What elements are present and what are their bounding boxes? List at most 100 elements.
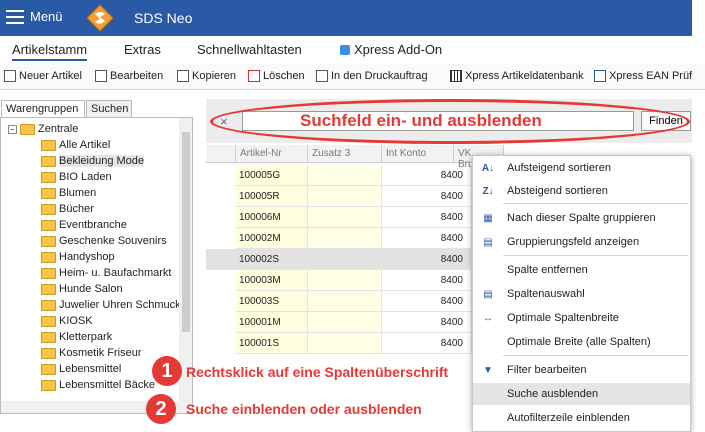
menu-column-chooser[interactable]: ▤ Spaltenauswahl (473, 283, 690, 305)
cell-int-konto[interactable]: 8400 (382, 207, 472, 228)
cell-int-konto[interactable]: 8400 (382, 312, 472, 333)
menu-group-by-column[interactable]: ▦ Nach dieser Spalte gruppieren (473, 207, 690, 229)
tree-item-label: Hunde Salon (59, 283, 123, 295)
menu-separator (503, 255, 688, 256)
tree-item[interactable]: Blumen (41, 185, 96, 201)
cell-zusatz3[interactable] (308, 291, 382, 312)
cell-artikel-nr[interactable]: 100002M (236, 228, 308, 249)
cell-int-konto[interactable]: 8400 (382, 165, 472, 186)
cell-zusatz3[interactable] (308, 333, 382, 354)
tab-suchen[interactable]: Suchen (86, 100, 132, 118)
cell-zusatz3[interactable] (308, 270, 382, 291)
cell-zusatz3[interactable] (308, 207, 382, 228)
tree-item-label: KIOSK (59, 315, 93, 327)
menu-label: Autofilterzeile einblenden (507, 412, 630, 424)
menu-sort-ascending[interactable]: A↓ Aufsteigend sortieren (473, 157, 690, 179)
menu-button[interactable]: Menü (6, 9, 63, 24)
tree-item[interactable]: Juwelier Uhren Schmuck (41, 297, 181, 313)
menu-show-group-panel[interactable]: ▤ Gruppierungsfeld anzeigen (473, 231, 690, 253)
group-panel-icon: ▤ (483, 236, 493, 248)
edit-button[interactable]: Bearbeiten (95, 70, 163, 82)
tree-item[interactable]: Heim- u. Baufachmarkt (41, 265, 171, 281)
tree-item-label: Geschenke Souvenirs (59, 235, 167, 247)
cell-zusatz3[interactable] (308, 228, 382, 249)
cell-zusatz3[interactable] (308, 312, 382, 333)
tree-item[interactable]: Alle Artikel (41, 137, 110, 153)
cell-int-konto[interactable]: 8400 (382, 228, 472, 249)
delete-button[interactable]: Löschen (248, 70, 305, 82)
cell-int-konto[interactable]: 8400 (382, 186, 472, 207)
menu-label: Filter bearbeiten (507, 364, 587, 376)
menu-hide-search[interactable]: Suche ausblenden (473, 383, 690, 405)
tree-item[interactable]: Handyshop (41, 249, 115, 265)
tree-item-label: Lebensmittel (59, 363, 122, 375)
tree-item-label: Handyshop (59, 251, 115, 263)
tree-item-label: Juwelier Uhren Schmuck (59, 299, 181, 311)
ribbon-tabs: Artikelstamm Extras Schnellwahltasten Xp… (0, 36, 692, 62)
menu-show-autofilter-row[interactable]: Autofilterzeile einblenden (473, 407, 690, 429)
tree-item[interactable]: Bücher (41, 201, 94, 217)
column-header-zusatz3[interactable]: Zusatz 3 (308, 145, 382, 163)
tree-item[interactable]: Lebensmittel (41, 361, 121, 377)
tree-scroll-thumb[interactable] (182, 132, 190, 332)
tab-xpress-addon[interactable]: Xpress Add-On (340, 42, 442, 57)
menu-best-fit-all[interactable]: Optimale Breite (alle Spalten) (473, 331, 690, 353)
tab-artikelstamm[interactable]: Artikelstamm (12, 42, 88, 61)
tree-item[interactable]: Eventbranche (41, 217, 127, 233)
menu-label: Aufsteigend sortieren (507, 162, 611, 174)
cell-artikel-nr[interactable]: 100005R (236, 186, 308, 207)
menu-label: Optimale Breite (alle Spalten) (507, 336, 651, 348)
tab-warengruppen[interactable]: Warengruppen (1, 100, 85, 118)
menu-sort-descending[interactable]: Z↓ Absteigend sortieren (473, 180, 690, 202)
column-header-artikel-nr[interactable]: Artikel-Nr (236, 145, 308, 163)
tab-extras[interactable]: Extras (124, 42, 161, 57)
cell-artikel-nr[interactable]: 100003M (236, 270, 308, 291)
tree-item[interactable]: KIOSK (41, 313, 93, 329)
tab-xpress-label: Xpress Add-On (354, 42, 443, 57)
group-icon: ▦ (483, 212, 493, 224)
xpress-articledb-button[interactable]: Xpress Artikeldatenbank (450, 70, 584, 82)
menu-best-fit[interactable]: ↔ Optimale Spaltenbreite (473, 307, 690, 329)
column-context-menu: A↓ Aufsteigend sortieren Z↓ Absteigend sor… (472, 155, 691, 432)
copy-button[interactable]: Kopieren (177, 70, 236, 82)
folder-icon (41, 187, 56, 199)
menu-remove-column[interactable]: Spalte entfernen (473, 259, 690, 281)
cell-int-konto[interactable]: 8400 (382, 291, 472, 312)
cell-artikel-nr[interactable]: 100003S (236, 291, 308, 312)
cell-int-konto[interactable]: 8400 (382, 333, 472, 354)
cell-artikel-nr[interactable]: 100001S (236, 333, 308, 354)
cell-zusatz3[interactable] (308, 165, 382, 186)
tree-item[interactable]: Lebensmittel Bäcke (41, 377, 155, 393)
annotation-text-2: Suche einblenden oder ausblenden (186, 401, 422, 417)
cell-artikel-nr[interactable]: 100002S (236, 249, 308, 270)
tree-item[interactable]: Hunde Salon (41, 281, 123, 297)
cell-int-konto[interactable]: 8400 (382, 270, 472, 291)
tree-item[interactable]: Kletterpark (41, 329, 112, 345)
cell-int-konto[interactable]: 8400 (382, 249, 472, 270)
new-article-label: Neuer Artikel (19, 70, 82, 82)
tree-root[interactable]: − Zentrale (8, 121, 78, 137)
menu-filter-editor[interactable]: ▼ Filter bearbeiten (473, 359, 690, 381)
cell-artikel-nr[interactable]: 100005G (236, 165, 308, 186)
menu-label: Optimale Spaltenbreite (507, 312, 619, 324)
tree-item[interactable]: Bekleidung Mode (41, 153, 145, 169)
collapse-icon[interactable]: − (8, 124, 17, 134)
xpress-articledb-label: Xpress Artikeldatenbank (465, 70, 584, 82)
xpress-ean-button[interactable]: Xpress EAN Prüf (594, 70, 692, 82)
tree-item[interactable]: BIO Laden (41, 169, 112, 185)
menu-label: Menü (30, 9, 63, 24)
folder-icon (41, 219, 56, 231)
cell-zusatz3[interactable] (308, 186, 382, 207)
tab-schnellwahltasten[interactable]: Schnellwahltasten (197, 42, 302, 57)
tree-item[interactable]: Kosmetik Friseur (41, 345, 142, 361)
cell-zusatz3[interactable] (308, 249, 382, 270)
column-header-int-konto[interactable]: Int Konto (382, 145, 454, 163)
folder-icon (41, 251, 56, 263)
cell-artikel-nr[interactable]: 100006M (236, 207, 308, 228)
barcode-icon (450, 70, 462, 82)
print-job-button[interactable]: In den Druckauftrag (316, 70, 428, 82)
folder-icon (41, 315, 56, 327)
tree-item[interactable]: Geschenke Souvenirs (41, 233, 167, 249)
cell-artikel-nr[interactable]: 100001M (236, 312, 308, 333)
new-article-button[interactable]: Neuer Artikel (4, 70, 82, 82)
